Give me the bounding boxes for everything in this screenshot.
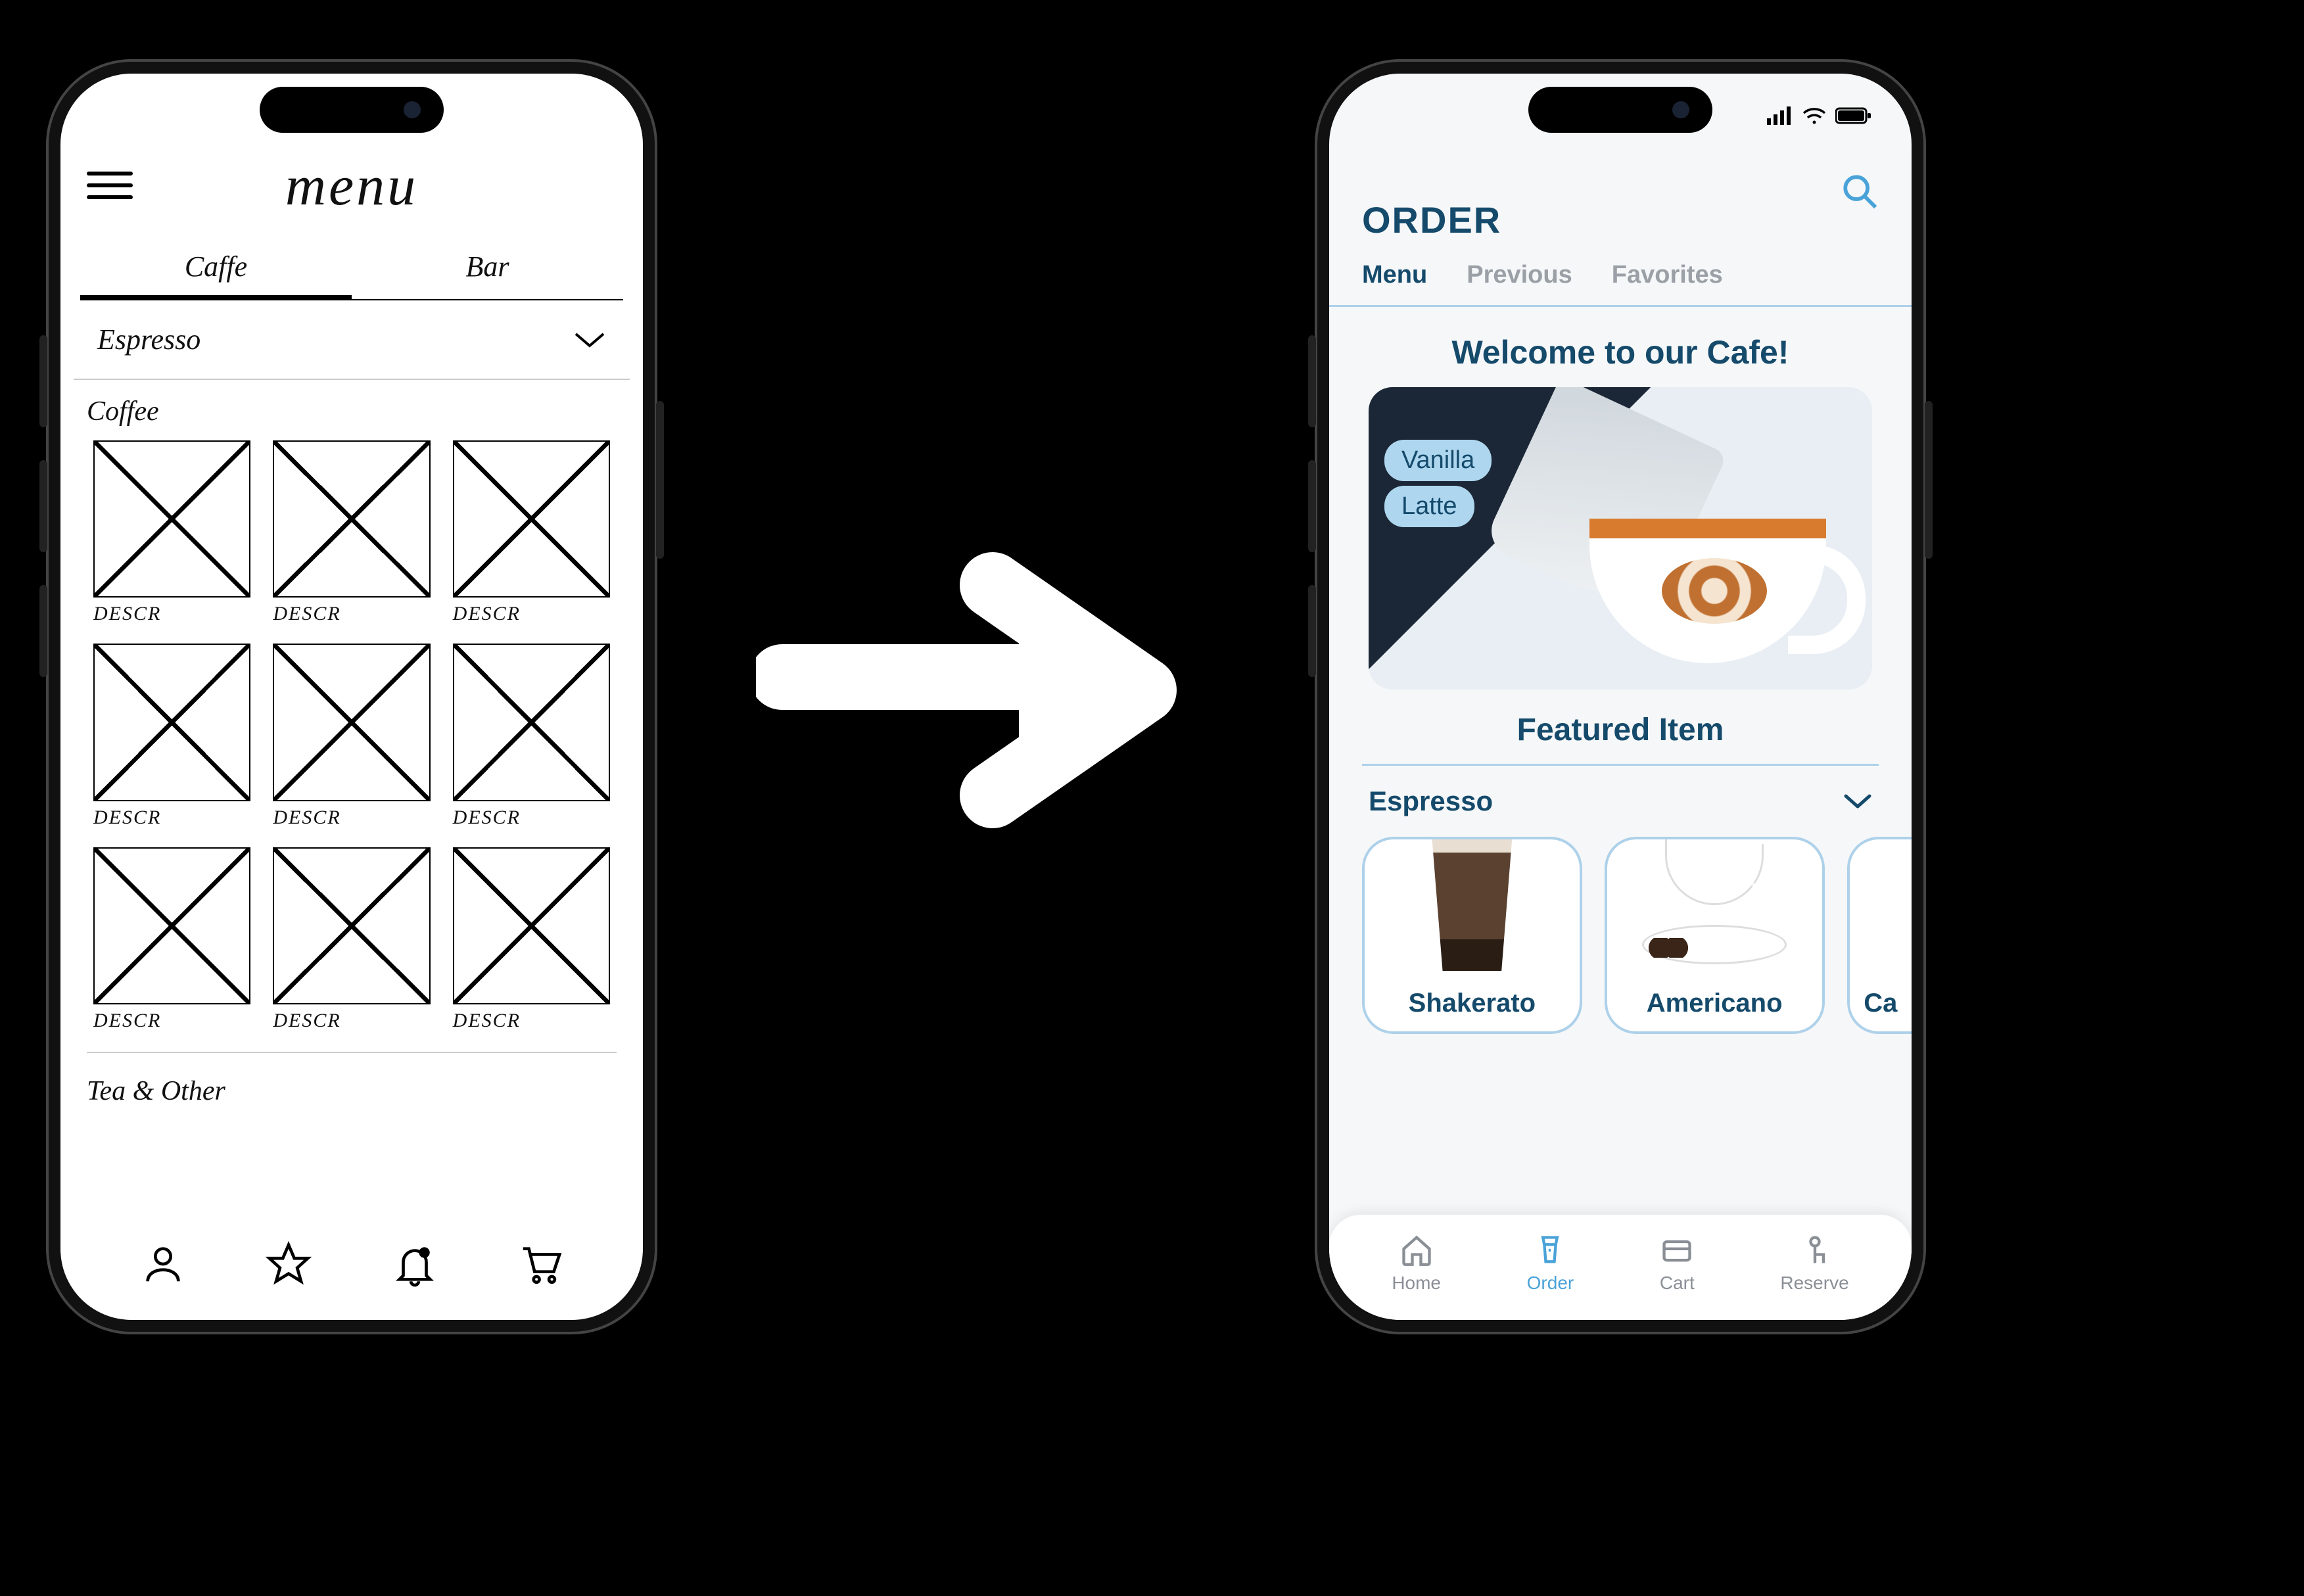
home-icon <box>1399 1233 1434 1267</box>
product-card-shakerato[interactable]: Shakerato <box>1362 837 1582 1034</box>
item-desc: DESCR <box>93 807 250 829</box>
wireframe-tabs: Caffe Bar <box>80 238 623 300</box>
item-desc: DESCR <box>453 1010 610 1032</box>
category-label: Espresso <box>1369 786 1493 817</box>
image-placeholder <box>273 847 430 1004</box>
subtabs: Menu Previous Favorites <box>1362 261 1879 289</box>
nav-cart[interactable]: Cart <box>1660 1233 1695 1294</box>
product-label: Ca <box>1864 989 1897 1018</box>
bell-icon[interactable] <box>392 1241 438 1287</box>
grid-item[interactable]: DESCR <box>453 440 610 625</box>
phone-hifi: ORDER Menu Previous Favorites Welcome to… <box>1315 59 1926 1334</box>
section-title-coffee: Coffee <box>60 380 643 434</box>
section-title-tea: Tea & Other <box>60 1060 643 1114</box>
chevron-down-icon <box>573 330 606 350</box>
notch <box>1528 87 1712 133</box>
page-title: ORDER <box>1362 199 1879 241</box>
grid-item[interactable]: DESCR <box>273 847 430 1032</box>
grid-item[interactable]: DESCR <box>453 847 610 1032</box>
image-placeholder <box>273 440 430 598</box>
category-row[interactable]: Espresso <box>1329 766 1912 837</box>
grid-item[interactable]: DESCR <box>453 644 610 828</box>
image-placeholder <box>93 644 250 801</box>
divider <box>87 1052 617 1053</box>
product-cards[interactable]: Shakerato Americano Ca <box>1329 837 1912 1034</box>
hamburger-icon[interactable] <box>87 172 133 199</box>
nav-label: Home <box>1392 1273 1441 1294</box>
nav-label: Order <box>1527 1273 1574 1294</box>
subtab-menu[interactable]: Menu <box>1362 261 1427 289</box>
tab-bar[interactable]: Bar <box>352 238 623 300</box>
product-card-partial[interactable]: Ca <box>1847 837 1912 1034</box>
product-label: Americano <box>1647 989 1783 1018</box>
star-icon[interactable] <box>266 1241 312 1287</box>
image-placeholder <box>93 440 250 598</box>
image-placeholder <box>273 644 430 801</box>
wifi-icon <box>1802 106 1826 125</box>
bottom-nav: Home Order Cart Reserve <box>1329 1215 1912 1320</box>
subtab-previous[interactable]: Previous <box>1467 261 1572 289</box>
tab-caffe[interactable]: Caffe <box>80 238 352 300</box>
screen-hifi: ORDER Menu Previous Favorites Welcome to… <box>1329 74 1912 1320</box>
drink-image <box>1419 837 1524 971</box>
nav-home[interactable]: Home <box>1392 1233 1441 1294</box>
grid-item[interactable]: DESCR <box>93 847 250 1032</box>
nav-label: Cart <box>1660 1273 1695 1294</box>
cart-icon[interactable] <box>517 1241 563 1287</box>
card-icon <box>1660 1233 1694 1267</box>
accordion-espresso[interactable]: Espresso <box>74 300 630 380</box>
product-card-americano[interactable]: Americano <box>1605 837 1825 1034</box>
search-icon[interactable] <box>1841 172 1879 210</box>
wireframe-title: menu <box>153 153 551 218</box>
image-placeholder <box>93 847 250 1004</box>
item-desc: DESCR <box>273 807 430 829</box>
item-desc: DESCR <box>453 603 610 625</box>
grid-item[interactable]: DESCR <box>273 644 430 828</box>
divider <box>1329 305 1912 307</box>
nav-reserve[interactable]: Reserve <box>1780 1233 1848 1294</box>
phone-wireframe: menu Caffe Bar Espresso Coffee DESCR DES… <box>46 59 657 1334</box>
image-placeholder <box>453 847 610 1004</box>
hero-chip: Latte <box>1384 486 1474 527</box>
accordion-label: Espresso <box>97 323 200 356</box>
battery-icon <box>1835 106 1872 125</box>
item-desc: DESCR <box>93 1010 250 1032</box>
nav-label: Reserve <box>1780 1273 1848 1294</box>
chevron-down-icon <box>1843 792 1872 810</box>
drink-image <box>1642 837 1787 964</box>
reserve-icon <box>1798 1233 1832 1267</box>
product-label: Shakerato <box>1409 989 1536 1018</box>
nav-order[interactable]: Order <box>1527 1233 1574 1294</box>
hero-chip: Vanilla <box>1384 440 1492 481</box>
item-desc: DESCR <box>273 603 430 625</box>
grid-item[interactable]: DESCR <box>93 440 250 625</box>
signal-icon <box>1767 106 1793 125</box>
grid-item[interactable]: DESCR <box>273 440 430 625</box>
image-placeholder <box>453 440 610 598</box>
featured-label: Featured Item <box>1329 712 1912 748</box>
item-desc: DESCR <box>273 1010 430 1032</box>
grid-item[interactable]: DESCR <box>93 644 250 828</box>
subtab-favorites[interactable]: Favorites <box>1612 261 1723 289</box>
wireframe-grid: DESCR DESCR DESCR DESCR DESCR DESCR DESC… <box>60 434 643 1045</box>
hero-image[interactable]: Vanilla Latte <box>1369 387 1872 690</box>
latte-art <box>1662 558 1767 624</box>
user-icon[interactable] <box>140 1241 186 1287</box>
arrow-icon <box>756 546 1190 835</box>
item-desc: DESCR <box>453 807 610 829</box>
wireframe-bottom-nav <box>60 1228 643 1300</box>
image-placeholder <box>453 644 610 801</box>
item-desc: DESCR <box>93 603 250 625</box>
notch <box>260 87 444 133</box>
screen-wireframe: menu Caffe Bar Espresso Coffee DESCR DES… <box>60 74 643 1320</box>
cup-icon <box>1533 1233 1567 1267</box>
welcome-heading: Welcome to our Cafe! <box>1329 333 1912 371</box>
status-bar <box>1767 106 1872 125</box>
